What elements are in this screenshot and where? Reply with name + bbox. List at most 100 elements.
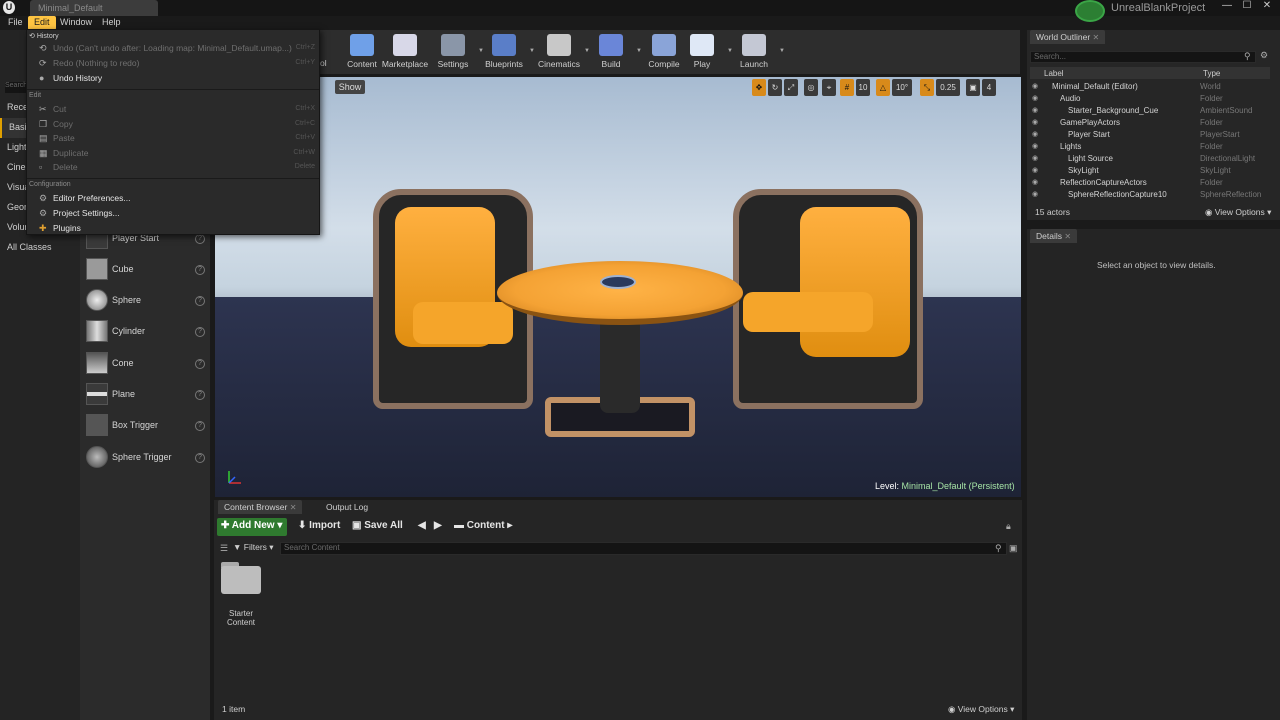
menu-item-copy[interactable]: ❐ Copy Ctrl+C bbox=[27, 117, 319, 131]
rotation-snap-icon[interactable]: △ bbox=[876, 79, 890, 96]
visibility-eye-icon[interactable]: ◉ bbox=[1032, 82, 1042, 91]
place-item-cube[interactable]: Cube ? bbox=[82, 256, 208, 284]
surface-snap-icon[interactable]: ⌖ bbox=[822, 79, 836, 96]
place-item-sphere-trigger[interactable]: Sphere Trigger ? bbox=[82, 444, 208, 472]
menu-item-editor-preferences[interactable]: ⚙ Editor Preferences... bbox=[27, 191, 319, 205]
visibility-eye-icon[interactable]: ◉ bbox=[1032, 94, 1042, 103]
visibility-eye-icon[interactable]: ◉ bbox=[1032, 142, 1042, 151]
visibility-eye-icon[interactable]: ◉ bbox=[1032, 178, 1042, 187]
close-icon[interactable]: ✕ bbox=[1093, 33, 1100, 42]
scale-snap-icon[interactable]: ⤡ bbox=[920, 79, 934, 96]
menu-item-delete[interactable]: ▫ Delete Delete bbox=[27, 160, 319, 174]
help-icon[interactable]: ? bbox=[195, 359, 205, 369]
grid-snap-value[interactable]: 10 bbox=[856, 79, 870, 96]
visibility-eye-icon[interactable]: ◉ bbox=[1032, 154, 1042, 163]
dropdown-arrow-icon[interactable]: ▼ bbox=[779, 48, 785, 54]
menu-item-duplicate[interactable]: ▦ Duplicate Ctrl+W bbox=[27, 146, 319, 160]
tab-world-outliner[interactable]: World Outliner ✕ bbox=[1030, 30, 1106, 44]
menu-edit[interactable]: Edit bbox=[28, 16, 56, 30]
column-label[interactable]: Label bbox=[1044, 69, 1064, 78]
camera-speed-value[interactable]: 4 bbox=[982, 79, 996, 96]
grid-snap-icon[interactable]: # bbox=[840, 79, 854, 96]
help-icon[interactable]: ? bbox=[195, 265, 205, 275]
scale-icon[interactable]: ⤢ bbox=[784, 79, 798, 96]
toolbar-build-button[interactable]: Build ▼ bbox=[586, 32, 642, 72]
column-type[interactable]: Type bbox=[1203, 69, 1220, 78]
breadcrumb-content[interactable]: Content bbox=[467, 520, 505, 531]
place-search-input[interactable]: Search bbox=[5, 82, 27, 93]
place-item-cone[interactable]: Cone ? bbox=[82, 350, 208, 378]
menu-window[interactable]: Window bbox=[54, 16, 98, 30]
help-icon[interactable]: ? bbox=[195, 234, 205, 244]
tab-content-browser[interactable]: Content Browser ✕ bbox=[218, 500, 303, 514]
outliner-row[interactable]: ◉ Light Source DirectionalLight bbox=[1030, 153, 1270, 165]
menu-item-cut[interactable]: ✂ Cut Ctrl+X bbox=[27, 102, 319, 116]
help-icon[interactable]: ? bbox=[195, 390, 205, 400]
back-button[interactable]: ◀ bbox=[418, 520, 426, 536]
visibility-eye-icon[interactable]: ◉ bbox=[1032, 118, 1042, 127]
starter-content-folder-label[interactable]: Starter Content bbox=[217, 609, 265, 627]
filters-button[interactable]: ▼ Filters ▾ bbox=[233, 542, 278, 555]
outliner-row[interactable]: ◉ SkyLight SkyLight bbox=[1030, 165, 1270, 177]
outliner-view-options[interactable]: ◉ View Options ▾ bbox=[1205, 207, 1271, 218]
close-icon[interactable]: ✕ bbox=[290, 503, 297, 512]
toolbar-cinematics-button[interactable]: Cinematics ▼ bbox=[534, 32, 590, 72]
toolbar-play-button[interactable]: Play ▼ bbox=[677, 32, 733, 72]
lock-icon[interactable]: 🔒︎ bbox=[1006, 521, 1011, 532]
outliner-settings-icon[interactable]: ⚙ bbox=[1260, 50, 1268, 61]
visibility-eye-icon[interactable]: ◉ bbox=[1032, 166, 1042, 175]
close-button[interactable]: ✕ bbox=[1258, 0, 1276, 12]
place-item-sphere[interactable]: Sphere ? bbox=[82, 287, 208, 315]
minimize-button[interactable]: — bbox=[1218, 0, 1236, 12]
level-viewport[interactable]: it Show ✥ ↻ ⤢ ◎ ⌖ # 10 △ 10° ⤡ 0.25 ▣ 4 … bbox=[215, 77, 1021, 497]
toolbar-settings-button[interactable]: Settings ▼ bbox=[428, 32, 484, 72]
place-item-cylinder[interactable]: Cylinder ? bbox=[82, 318, 208, 346]
menu-item-undo-history[interactable]: ● Undo History bbox=[27, 71, 319, 85]
import-button[interactable]: ⬇ Import bbox=[298, 520, 340, 536]
content-view-options[interactable]: ◉ View Options ▾ bbox=[948, 704, 1014, 715]
visibility-eye-icon[interactable]: ◉ bbox=[1032, 106, 1042, 115]
outliner-row[interactable]: ◉ Lights Folder bbox=[1030, 141, 1270, 153]
visibility-eye-icon[interactable]: ◉ bbox=[1032, 190, 1042, 199]
menu-item-paste[interactable]: ▤ Paste Ctrl+V bbox=[27, 131, 319, 145]
place-item-box-trigger[interactable]: Box Trigger ? bbox=[82, 412, 208, 440]
outliner-row[interactable]: ◉ Player Start PlayerStart bbox=[1030, 129, 1270, 141]
outliner-row[interactable]: ◉ Audio Folder bbox=[1030, 93, 1270, 105]
help-icon[interactable]: ? bbox=[195, 453, 205, 463]
viewport-show-button[interactable]: Show bbox=[335, 80, 365, 94]
toolbar-launch-button[interactable]: Launch ▼ bbox=[729, 32, 785, 72]
world-space-icon[interactable]: ◎ bbox=[804, 79, 818, 96]
menu-item-plugins[interactable]: ✚ Plugins bbox=[27, 221, 319, 235]
outliner-row[interactable]: ◉ Minimal_Default (Editor) World bbox=[1030, 81, 1270, 93]
outliner-row[interactable]: ◉ GamePlayActors Folder bbox=[1030, 117, 1270, 129]
menu-file[interactable]: File bbox=[2, 16, 29, 30]
forward-button[interactable]: ▶ bbox=[434, 520, 442, 536]
outliner-search-input[interactable]: Search... bbox=[1030, 51, 1256, 63]
close-icon[interactable]: ✕ bbox=[1064, 232, 1071, 241]
rotate-icon[interactable]: ↻ bbox=[768, 79, 782, 96]
category-all-classes[interactable]: All Classes bbox=[0, 238, 80, 258]
menu-item-redo[interactable]: ⟳ Redo (Nothing to redo) Ctrl+Y bbox=[27, 56, 319, 70]
maximize-button[interactable]: ☐ bbox=[1238, 0, 1256, 12]
toolbar-blueprints-button[interactable]: Blueprints ▼ bbox=[479, 32, 535, 72]
tab-details[interactable]: Details ✕ bbox=[1030, 229, 1078, 243]
content-search-input[interactable]: Search Content bbox=[280, 542, 1007, 555]
breadcrumb[interactable]: ▬ Content ▸ bbox=[454, 520, 512, 531]
outliner-row[interactable]: ◉ Starter_Background_Cue AmbientSound bbox=[1030, 105, 1270, 117]
scale-snap-value[interactable]: 0.25 bbox=[936, 79, 960, 96]
place-item-plane[interactable]: Plane ? bbox=[82, 381, 208, 409]
save-all-button[interactable]: ▣ Save All bbox=[352, 520, 403, 536]
visibility-eye-icon[interactable]: ◉ bbox=[1032, 130, 1042, 139]
menu-help[interactable]: Help bbox=[96, 16, 127, 30]
starter-content-folder-icon[interactable] bbox=[221, 566, 261, 594]
outliner-row[interactable]: ◉ ReflectionCaptureActors Folder bbox=[1030, 177, 1270, 189]
help-icon[interactable]: ? bbox=[195, 421, 205, 431]
menu-item-project-settings[interactable]: ⚙ Project Settings... bbox=[27, 206, 319, 220]
menu-item-undo[interactable]: ⟲ Undo (Can't undo after: Loading map: Mi… bbox=[27, 41, 319, 55]
sources-toggle-icon[interactable]: ☰ bbox=[220, 543, 228, 554]
outliner-row[interactable]: ◉ SphereReflectionCapture10 SphereReflecti… bbox=[1030, 189, 1270, 201]
rotation-snap-value[interactable]: 10° bbox=[892, 79, 912, 96]
camera-speed-icon[interactable]: ▣ bbox=[966, 79, 980, 96]
add-new-button[interactable]: ✚ Add New ▾ bbox=[217, 518, 287, 536]
toolbar-marketplace-button[interactable]: Marketplace bbox=[380, 32, 430, 72]
